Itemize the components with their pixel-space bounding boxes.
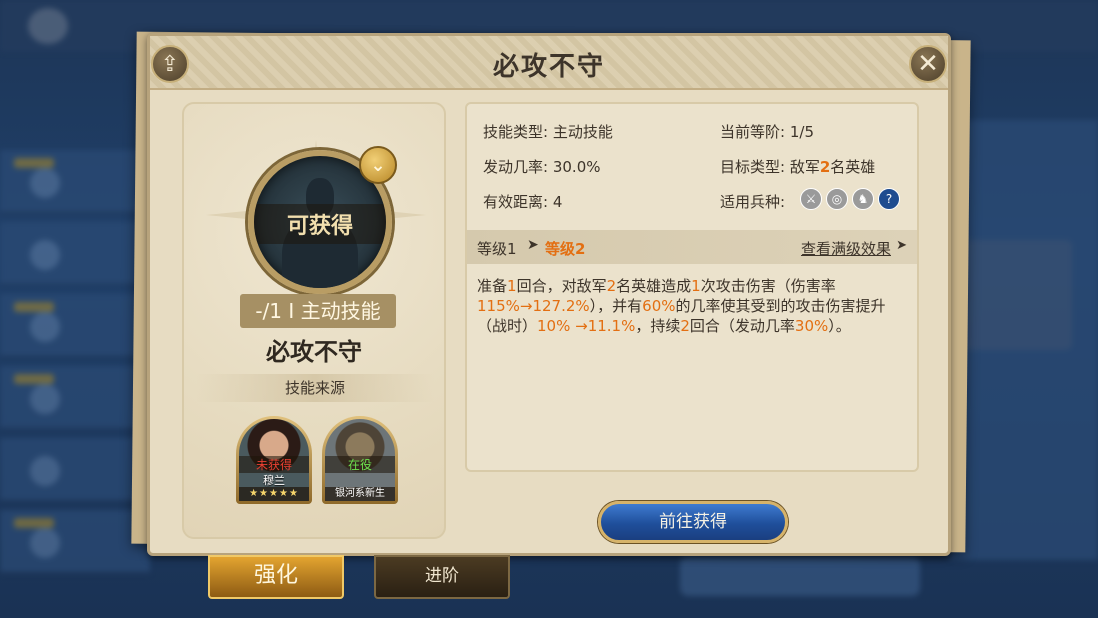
background-bottom-button [680,556,920,596]
chevron-down-icon[interactable]: ⌄ [359,146,397,184]
skill-dialog: 必攻不守 ⇪ ✕ 可获得 ⌄ -/1 I 主动技能 必攻不守 技能来源 未获得 … [147,33,951,556]
hero-status: 在役 [325,456,395,473]
view-max-level-link[interactable]: 查看满级效果 [801,238,891,259]
skill-name: 必攻不守 [266,338,362,366]
background-list-row [0,150,150,214]
skill-tag: -/1 I 主动技能 [240,294,396,328]
close-icon: ✕ [917,49,939,79]
target-type: 目标类型: 敌军2名英雄 [720,158,876,176]
background-avatar [28,8,68,44]
question-icon[interactable]: ? [878,188,900,210]
tab-enhance[interactable]: 强化 [208,555,344,599]
troop-type-icons: ⚔ ◎ ♞ ? [800,188,900,210]
obtainable-status: 可获得 [254,204,386,244]
current-rank: 当前等阶: 1/5 [720,123,814,141]
level-current: 等级1 [477,240,517,258]
skill-source-label: 技能来源 [196,374,434,402]
skill-type: 技能类型: 主动技能 [483,123,613,141]
close-button[interactable]: ✕ [909,45,947,83]
skill-description: 准备1回合，对敌军2名英雄造成1次攻击伤害（伤害率115%→127.2%），并有… [477,277,886,335]
background-list-row [0,366,150,430]
share-icon: ⇪ [160,51,180,77]
hero-card-mulan[interactable]: 未获得 穆兰 ★★★★★ [236,416,312,504]
background-list-row [0,438,150,502]
tab-advance[interactable]: 进阶 [374,555,510,599]
level-next: 等级2 [545,240,586,258]
hero-status: 未获得 [239,456,309,473]
troop-type-label: 适用兵种: [720,193,786,211]
background-list-row [0,294,150,358]
trigger-rate: 发动几率: 30.0% [483,158,601,176]
level-compare-row: 等级1 ➤ 等级2 查看满级效果 ➤ [467,230,917,264]
background-right-panel [950,120,1098,560]
dialog-title-bar: 必攻不守 [150,36,948,90]
level-arrow-icon: ➤ [527,237,539,253]
background-list-row [0,222,150,286]
skill-detail-panel: 技能类型: 主动技能 当前等阶: 1/5 发动几率: 30.0% 目标类型: 敌… [465,102,919,472]
target-icon[interactable]: ◎ [826,188,848,210]
hero-card-galaxy-newborn[interactable]: 在役 银河系新生 [322,416,398,504]
hero-title: 银河系新生 [325,487,395,501]
effective-range: 有效距离: 4 [483,193,563,211]
go-obtain-button[interactable]: 前往获得 [598,501,788,543]
background-list-row [0,510,150,574]
max-level-arrow-icon: ➤ [896,238,907,253]
skill-summary-panel: 可获得 ⌄ -/1 I 主动技能 必攻不守 技能来源 未获得 穆兰 ★★★★★ … [182,102,446,539]
dialog-title: 必攻不守 [492,52,605,82]
hero-stars: ★★★★★ [239,487,309,501]
share-button[interactable]: ⇪ [151,45,189,83]
hero-name: 穆兰 [263,474,285,487]
sword-icon[interactable]: ⚔ [800,188,822,210]
horse-icon[interactable]: ♞ [852,188,874,210]
